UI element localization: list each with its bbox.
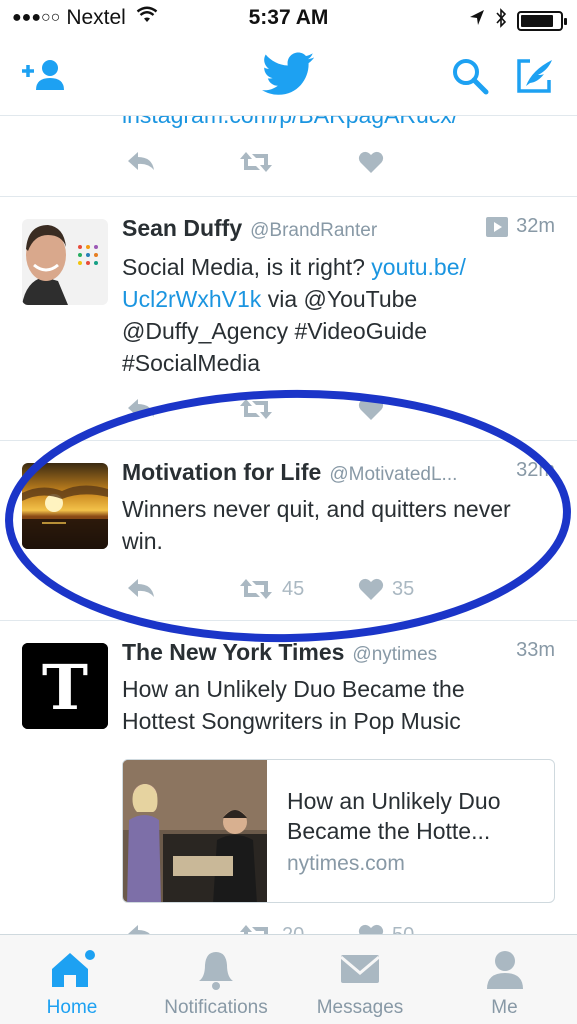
tweet-time-group: 32m xyxy=(510,459,555,482)
tweet-actions: 45 35 xyxy=(122,577,555,607)
person-icon xyxy=(486,951,523,989)
tweet-header: The New York Times @nytimes 33m xyxy=(122,639,555,666)
reply-icon[interactable] xyxy=(126,397,156,419)
tweet-text-line: Winners never quit, and quitters never xyxy=(122,496,511,522)
tweet-header: Motivation for Life @MotivatedL... 32m xyxy=(122,459,555,486)
bottom-tab-bar: Home Notifications Messages Me xyxy=(0,934,577,1024)
tweet-text-line: How an Unlikely Duo Became the xyxy=(122,676,465,702)
tweet-time-group: 32m xyxy=(480,215,555,238)
like-icon[interactable] xyxy=(358,150,384,174)
tweet-time: 32m xyxy=(516,215,555,237)
card-image xyxy=(123,760,267,902)
author-handle[interactable]: @nytimes xyxy=(352,644,437,666)
tweet-text-line: #SocialMedia xyxy=(122,350,261,376)
compose-icon[interactable] xyxy=(514,56,556,96)
author-handle[interactable]: @MotivatedL... xyxy=(329,464,457,486)
tweet-text-line: @Duffy_Agency #VideoGuide xyxy=(122,318,428,344)
tweet-actions xyxy=(122,397,555,427)
retweet-button[interactable]: 45 xyxy=(238,577,304,601)
link-card[interactable]: How an Unlikely Duo Became the Hotte... … xyxy=(122,759,555,903)
bell-icon xyxy=(199,952,233,990)
sunset-photo xyxy=(22,463,108,549)
tweet-text-part: Social Media, is it right? xyxy=(122,254,372,280)
tweet-text-line: Hottest Songwriters in Pop Music xyxy=(122,708,461,734)
author-name[interactable]: The New York Times xyxy=(122,639,344,666)
top-nav-bar xyxy=(0,38,577,116)
tab-label: Messages xyxy=(316,997,404,1018)
reply-icon[interactable] xyxy=(126,150,156,172)
status-icons xyxy=(469,8,567,33)
like-icon[interactable] xyxy=(358,397,384,421)
avatar[interactable] xyxy=(22,463,108,549)
like-count: 35 xyxy=(392,577,415,600)
like-button[interactable]: 50 xyxy=(358,923,414,934)
tweet-link[interactable]: instagram.com/p/BARpagARucx/ xyxy=(122,116,458,129)
avatar[interactable]: T xyxy=(22,643,108,729)
tweet-actions xyxy=(122,150,555,180)
retweet-icon xyxy=(240,925,268,934)
search-icon[interactable] xyxy=(450,56,490,96)
retweet-count: 45 xyxy=(282,577,305,600)
author-name[interactable]: Motivation for Life xyxy=(122,459,321,486)
location-icon xyxy=(469,9,485,32)
tweet-text-part: via @YouTube xyxy=(261,286,418,312)
tweet-time: 32m xyxy=(516,459,555,481)
timeline: instagram.com/p/BARpagARucx/ xyxy=(0,116,577,934)
add-user-icon[interactable] xyxy=(20,58,68,92)
like-icon xyxy=(358,924,384,934)
tab-label: Me xyxy=(491,997,518,1018)
tab-label: Notifications xyxy=(164,997,268,1018)
battery-icon xyxy=(517,10,567,31)
reply-icon[interactable] xyxy=(126,577,156,599)
card-title-line: How an Unlikely Duo xyxy=(287,788,501,814)
tweet-text: Social Media, is it right? youtu.be/ Ucl… xyxy=(122,251,555,379)
tweet-header: Sean Duffy @BrandRanter 32m xyxy=(122,215,555,242)
like-icon xyxy=(358,578,384,600)
card-domain: nytimes.com xyxy=(287,852,405,875)
profile-photo xyxy=(22,219,108,305)
video-icon xyxy=(486,216,509,237)
card-title: How an Unlikely Duo Became the Hotte... xyxy=(287,786,540,846)
avatar[interactable] xyxy=(22,219,108,305)
retweet-count: 20 xyxy=(282,924,304,935)
tab-messages[interactable]: Messages xyxy=(288,935,432,1024)
tweet[interactable]: Motivation for Life @MotivatedL... 32m W… xyxy=(0,441,577,621)
retweet-icon xyxy=(240,579,272,599)
tweet-text-line: win. xyxy=(122,528,163,554)
tab-me[interactable]: Me xyxy=(432,935,577,1024)
home-icon xyxy=(52,950,95,987)
like-count: 50 xyxy=(392,924,414,935)
bluetooth-icon xyxy=(495,8,507,33)
svg-text:T: T xyxy=(42,651,88,724)
tweet-time: 33m xyxy=(516,639,555,661)
like-button[interactable]: 35 xyxy=(358,577,414,601)
retweet-icon[interactable] xyxy=(238,150,274,174)
battery-level xyxy=(521,14,554,27)
tweet[interactable]: T The New York Times @nytimes 33m How an… xyxy=(0,621,577,934)
reply-icon[interactable] xyxy=(126,923,156,934)
status-bar: ●●●○○ Nextel 5:37 AM xyxy=(0,0,577,38)
tweet-text: Winners never quit, and quitters never w… xyxy=(122,493,555,557)
envelope-icon xyxy=(340,955,380,983)
tweet-partial[interactable]: instagram.com/p/BARpagARucx/ xyxy=(0,116,577,197)
tweet-text: How an Unlikely Duo Became the Hottest S… xyxy=(122,673,555,737)
nyt-logo-icon: T xyxy=(22,643,108,729)
tweet[interactable]: Sean Duffy @BrandRanter 32m Social Media… xyxy=(0,197,577,441)
retweet-button[interactable]: 20 xyxy=(238,923,304,934)
author-name[interactable]: Sean Duffy xyxy=(122,215,242,242)
tweet-actions: 20 50 xyxy=(122,923,555,934)
tweet-time-group: 33m xyxy=(510,639,555,662)
tab-notifications[interactable]: Notifications xyxy=(144,935,288,1024)
twitter-bird-icon[interactable] xyxy=(262,52,314,96)
tweet-link[interactable]: Ucl2rWxhV1k xyxy=(122,286,261,312)
tab-home[interactable]: Home xyxy=(0,935,144,1024)
retweet-icon[interactable] xyxy=(238,397,274,421)
card-title-line: Became the Hotte... xyxy=(287,818,491,844)
tab-label: Home xyxy=(46,997,98,1018)
tweet-link[interactable]: youtu.be/ xyxy=(371,254,466,280)
author-handle[interactable]: @BrandRanter xyxy=(250,220,377,242)
